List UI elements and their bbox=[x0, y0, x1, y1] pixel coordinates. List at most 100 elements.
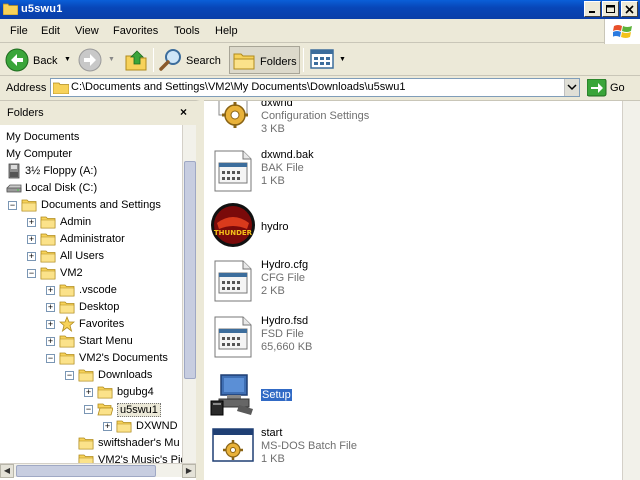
menu-favorites[interactable]: Favorites bbox=[113, 25, 158, 37]
go-button[interactable]: Go bbox=[585, 78, 635, 98]
collapse-toggle-icon[interactable]: − bbox=[27, 269, 36, 278]
views-dropdown-icon[interactable]: ▼ bbox=[339, 56, 346, 63]
file-item[interactable]: Setup bbox=[204, 369, 604, 421]
folders-button[interactable]: Folders bbox=[229, 46, 300, 74]
back-arrow-icon bbox=[5, 48, 29, 72]
back-button[interactable]: Back ▼ bbox=[3, 46, 73, 74]
file-name: Setup bbox=[261, 389, 292, 401]
folder-icon bbox=[78, 437, 94, 450]
address-dropdown-button[interactable] bbox=[564, 79, 579, 96]
expand-toggle-icon[interactable]: + bbox=[46, 320, 55, 329]
expand-toggle-icon[interactable]: + bbox=[103, 422, 112, 431]
folder-tree-label: u5swu1 bbox=[117, 403, 161, 417]
forward-dropdown-icon[interactable]: ▼ bbox=[108, 56, 115, 63]
folder-tree-horizontal-scrollbar[interactable]: ◀ ▶ bbox=[0, 463, 196, 478]
back-dropdown-icon[interactable]: ▼ bbox=[64, 56, 71, 63]
folder-tree-item[interactable]: + Favorites bbox=[0, 316, 182, 333]
generic-file-icon bbox=[214, 150, 252, 192]
toolbar-separator bbox=[153, 48, 154, 72]
chevron-down-icon bbox=[567, 84, 577, 91]
address-input[interactable]: C:\Documents and Settings\VM2\My Documen… bbox=[50, 78, 580, 97]
menu-file[interactable]: File bbox=[10, 25, 28, 37]
maximize-button[interactable] bbox=[602, 1, 619, 17]
search-button[interactable]: Search bbox=[157, 46, 227, 74]
collapse-toggle-icon[interactable]: − bbox=[46, 354, 55, 363]
folder-tree-item[interactable]: My Documents bbox=[0, 129, 182, 146]
collapse-toggle-icon[interactable]: − bbox=[84, 405, 93, 414]
folder-icon bbox=[59, 335, 75, 348]
scrollbar-thumb[interactable] bbox=[16, 465, 156, 477]
forward-button[interactable]: ▼ bbox=[76, 46, 120, 74]
folder-tree-label: Favorites bbox=[79, 318, 125, 330]
expand-toggle-icon[interactable]: + bbox=[27, 218, 36, 227]
folder-tree-label: 3½ Floppy (A:) bbox=[25, 165, 98, 177]
folder-tree-item[interactable]: − Documents and Settings bbox=[0, 197, 182, 214]
floppy-icon bbox=[8, 163, 20, 179]
folder-tree-item[interactable]: − u5swu1 bbox=[0, 401, 182, 418]
file-item[interactable]: THUNDER hydro bbox=[204, 201, 604, 253]
file-item[interactable]: Hydro.cfg CFG File 2 KB bbox=[204, 257, 604, 309]
toolbar: Back ▼ ▼ Search Folders ▼ bbox=[0, 44, 640, 76]
scrollbar-thumb[interactable] bbox=[184, 161, 196, 379]
menu-view[interactable]: View bbox=[75, 25, 99, 37]
title-bar[interactable]: u5swu1 bbox=[0, 0, 640, 19]
folders-pane-header: Folders × bbox=[0, 101, 196, 125]
file-type: BAK File bbox=[261, 162, 304, 174]
folder-tree-item[interactable]: − Downloads bbox=[0, 367, 182, 384]
file-item[interactable]: dxwnd.bak BAK File 1 KB bbox=[204, 147, 604, 199]
folder-tree-item[interactable]: − VM2 bbox=[0, 265, 182, 282]
file-item[interactable]: Hydro.fsd FSD File 65,660 KB bbox=[204, 313, 604, 365]
folder-icon bbox=[40, 216, 56, 229]
folder-icon bbox=[233, 53, 255, 70]
folder-tree-item[interactable]: + Administrator bbox=[0, 231, 182, 248]
folders-pane-title: Folders bbox=[7, 107, 44, 119]
file-name: Hydro.fsd bbox=[261, 315, 309, 327]
file-item[interactable]: start MS-DOS Batch File 1 KB bbox=[204, 425, 604, 477]
minimize-button[interactable] bbox=[584, 1, 601, 17]
file-name: start bbox=[261, 427, 283, 439]
expand-toggle-icon[interactable]: + bbox=[46, 303, 55, 312]
scroll-right-arrow-icon[interactable]: ▶ bbox=[182, 464, 196, 478]
views-button[interactable]: ▼ bbox=[308, 46, 348, 74]
folder-tree-item[interactable]: + bgubg4 bbox=[0, 384, 182, 401]
file-item[interactable]: dxwnd Configuration Settings 3 KB bbox=[204, 100, 604, 147]
address-bar: Address C:\Documents and Settings\VM2\My… bbox=[0, 76, 640, 100]
folder-tree-label: Documents and Settings bbox=[41, 199, 161, 211]
folder-tree-item[interactable]: + All Users bbox=[0, 248, 182, 265]
folder-tree-item[interactable]: − VM2's Documents bbox=[0, 350, 182, 367]
collapse-toggle-icon[interactable]: − bbox=[65, 371, 74, 380]
folders-pane-close-button[interactable]: × bbox=[180, 105, 187, 119]
expand-toggle-icon[interactable]: + bbox=[84, 388, 93, 397]
folder-tree-item[interactable]: + Desktop bbox=[0, 299, 182, 316]
search-label: Search bbox=[186, 55, 221, 67]
file-list-vertical-scrollbar[interactable] bbox=[622, 101, 640, 480]
folder-tree-label: Administrator bbox=[60, 233, 125, 245]
collapse-toggle-icon[interactable]: − bbox=[8, 201, 17, 210]
folder-tree-item[interactable]: + Admin bbox=[0, 214, 182, 231]
folders-pane: Folders × My Documents My Computer 3½ Flop… bbox=[0, 100, 200, 480]
expand-toggle-icon[interactable]: + bbox=[46, 286, 55, 295]
folder-tree-item[interactable]: swiftshader's Mu bbox=[0, 435, 182, 452]
scroll-left-arrow-icon[interactable]: ◀ bbox=[0, 464, 14, 478]
expand-toggle-icon[interactable]: + bbox=[27, 235, 36, 244]
up-folder-button[interactable] bbox=[122, 46, 150, 74]
folder-tree-item[interactable]: Local Disk (C:) bbox=[0, 180, 182, 197]
menu-edit[interactable]: Edit bbox=[41, 25, 60, 37]
close-button[interactable] bbox=[621, 1, 638, 17]
expand-toggle-icon[interactable]: + bbox=[46, 337, 55, 346]
file-name: dxwnd bbox=[261, 100, 293, 109]
folder-tree-label: My Computer bbox=[6, 148, 73, 160]
up-folder-icon bbox=[125, 50, 147, 71]
expand-toggle-icon[interactable]: + bbox=[27, 252, 36, 261]
folder-tree-item[interactable]: My Computer bbox=[0, 146, 182, 163]
folder-tree-item[interactable]: + DXWND bbox=[0, 418, 182, 435]
file-size: 3 KB bbox=[261, 123, 285, 135]
menu-help[interactable]: Help bbox=[215, 25, 238, 37]
folder-icon bbox=[40, 267, 56, 280]
explorer-window: u5swu1 File Edit View Favorites Tools He… bbox=[0, 0, 640, 480]
menu-tools[interactable]: Tools bbox=[174, 25, 200, 37]
folder-tree-item[interactable]: + .vscode bbox=[0, 282, 182, 299]
folder-tree-item[interactable]: 3½ Floppy (A:) bbox=[0, 163, 182, 180]
folder-tree-item[interactable]: + Start Menu bbox=[0, 333, 182, 350]
folder-tree-vertical-scrollbar[interactable] bbox=[182, 125, 196, 470]
